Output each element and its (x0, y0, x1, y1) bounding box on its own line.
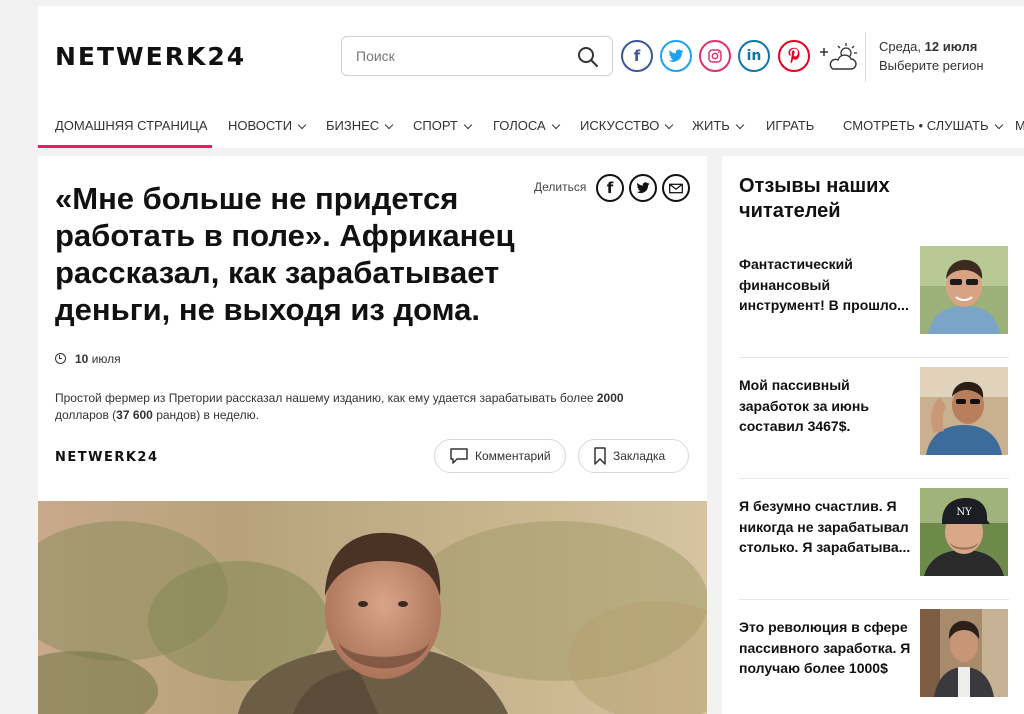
current-date: Среда, 12 июля (879, 39, 978, 54)
bookmark-button[interactable]: Закладка (578, 439, 689, 473)
site-header: NETWERK24 f in Среда, 12 июля Выберите р… (38, 6, 1024, 148)
nav-item-voices[interactable]: Голоса (493, 118, 560, 148)
nav-item-home[interactable]: Домашняя страница (55, 118, 208, 148)
weather-icon[interactable] (816, 42, 860, 72)
review-text[interactable]: Фантастический финансовый инструмент! В … (739, 254, 911, 316)
search-icon[interactable] (576, 45, 600, 69)
pinterest-icon[interactable] (778, 40, 810, 72)
share-email-icon[interactable] (662, 174, 690, 202)
review-item[interactable]: Это революция в сфере пассивного заработ… (739, 609, 1009, 714)
share-label: Делиться (534, 180, 587, 194)
comment-button[interactable]: Комментарий (434, 439, 566, 473)
main-nav: Домашняя страница Новости Бизнес Спорт Г… (38, 118, 1024, 148)
clock-icon (55, 353, 66, 364)
review-divider (739, 599, 1009, 600)
chevron-down-icon (735, 120, 745, 130)
review-item[interactable]: Мой пассивный заработок за июнь составил… (739, 367, 1009, 480)
nav-item-sport[interactable]: Спорт (413, 118, 473, 148)
nav-item-watch-listen[interactable]: Смотреть • Слушать (843, 118, 1003, 148)
review-avatar[interactable]: NY (920, 488, 1008, 576)
review-item[interactable]: Фантастический финансовый инструмент! В … (739, 246, 1009, 359)
instagram-icon[interactable] (699, 40, 731, 72)
comment-icon (450, 448, 468, 464)
article-card: Делиться f «Мне больше не придется работ… (38, 156, 707, 714)
article-date: 10 июля (55, 352, 121, 366)
nav-item-news[interactable]: Новости (228, 118, 307, 148)
nav-item-more[interactable]: М (1015, 118, 1024, 148)
article-hero-image (38, 501, 707, 714)
chevron-down-icon (665, 120, 674, 130)
chevron-down-icon (297, 120, 307, 130)
source-logo: NETWERK24 (55, 450, 159, 465)
twitter-icon[interactable] (660, 40, 692, 72)
review-avatar[interactable] (920, 609, 1008, 697)
review-text[interactable]: Это революция в сфере пассивного заработ… (739, 617, 911, 679)
review-avatar[interactable] (920, 367, 1008, 455)
share-facebook-icon[interactable]: f (596, 174, 624, 202)
region-selector[interactable]: Выберите регион (879, 58, 984, 73)
sidebar-title: Отзывы наших читателей (739, 175, 890, 222)
facebook-icon[interactable]: f (621, 40, 653, 72)
nav-item-business[interactable]: Бизнес (326, 118, 394, 148)
review-text[interactable]: Я безумно счастлив. Я никогда не зарабат… (739, 496, 911, 558)
chevron-down-icon (463, 120, 473, 130)
review-text[interactable]: Мой пассивный заработок за июнь составил… (739, 375, 911, 437)
article-lead: Простой фермер из Претории рассказал наш… (55, 391, 624, 422)
bookmark-icon (594, 447, 606, 465)
review-avatar[interactable] (920, 246, 1008, 334)
header-divider (865, 32, 866, 82)
nav-item-play[interactable]: Играть (766, 118, 814, 148)
svg-text:NY: NY (956, 507, 972, 518)
search-input[interactable] (356, 46, 566, 66)
review-item[interactable]: Я безумно счастлив. Я никогда не зарабат… (739, 488, 1009, 601)
nav-item-live[interactable]: Жить (692, 118, 745, 148)
share-twitter-icon[interactable] (629, 174, 657, 202)
site-logo[interactable]: NETWERK24 (55, 42, 246, 71)
linkedin-icon[interactable]: in (738, 40, 770, 72)
nav-active-indicator (38, 145, 212, 148)
nav-item-art[interactable]: Искусство (580, 118, 674, 148)
chevron-down-icon (994, 120, 1003, 130)
review-divider (739, 357, 1009, 358)
chevron-down-icon (384, 120, 394, 130)
reader-reviews-sidebar: Отзывы наших читателей Фантастический фи… (722, 156, 1024, 714)
search-box[interactable] (341, 36, 613, 76)
review-divider (739, 478, 1009, 479)
article-title: «Мне больше не придется работать в поле»… (55, 181, 515, 327)
chevron-down-icon (551, 120, 560, 130)
